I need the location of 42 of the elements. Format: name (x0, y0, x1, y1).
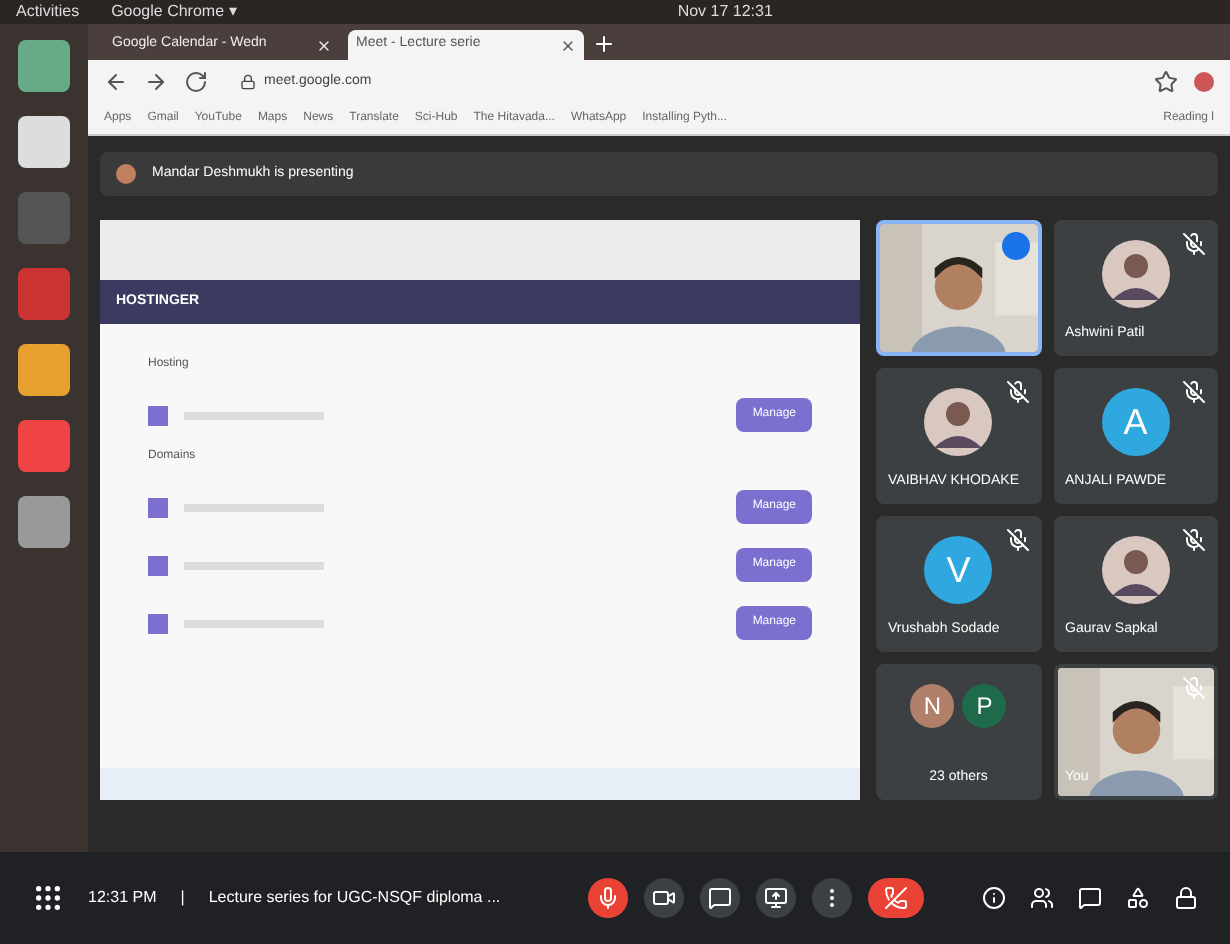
close-icon[interactable] (560, 37, 576, 53)
mic-icon (596, 886, 621, 910)
host-controls-icon[interactable] (1174, 886, 1198, 910)
avatar-letter: P (962, 684, 1007, 728)
present-screen-icon (764, 886, 789, 910)
more-button[interactable] (812, 878, 853, 918)
item-icon (148, 497, 168, 517)
activities-button[interactable]: Activities (16, 0, 80, 24)
activities-icon[interactable] (1126, 886, 1150, 910)
info-icon[interactable] (982, 886, 1006, 910)
camera-button[interactable] (644, 878, 685, 918)
captions-icon (708, 886, 733, 910)
reload-icon[interactable] (184, 70, 208, 94)
captions-button[interactable] (700, 878, 741, 918)
present-button[interactable] (756, 878, 797, 918)
item-icon (148, 555, 168, 575)
people-icon[interactable] (1030, 886, 1054, 910)
chat-icon[interactable] (1078, 886, 1102, 910)
app-menu[interactable]: Google Chrome ▾ (111, 0, 237, 24)
avatar-letter: A (1101, 388, 1170, 456)
avatar-icon (1101, 240, 1170, 308)
avatar-icon (1101, 536, 1170, 604)
bookmark-star-icon[interactable] (1154, 70, 1178, 94)
mic-button[interactable] (588, 878, 629, 918)
hang-up-icon (884, 886, 909, 910)
forward-icon[interactable] (144, 70, 168, 94)
camera-icon (652, 886, 677, 910)
meeting-title: Lecture series for UGC-NSQF diploma ... (208, 886, 501, 910)
avatar-icon (116, 164, 136, 184)
hang-up-button[interactable] (868, 878, 925, 918)
clock: Nov 17 12:31 (677, 0, 773, 24)
item-icon (148, 613, 168, 633)
item-icon (148, 405, 168, 425)
new-tab-icon[interactable] (592, 32, 616, 56)
meeting-time: 12:31 PM (88, 886, 157, 910)
avatar-letter: V (924, 536, 993, 604)
separator: | (180, 886, 185, 910)
avatar-letter: N (910, 684, 955, 728)
apps-grid-icon[interactable] (32, 882, 64, 914)
avatar-icon (924, 388, 993, 456)
profile-icon[interactable] (1194, 72, 1214, 92)
back-icon[interactable] (104, 70, 128, 94)
